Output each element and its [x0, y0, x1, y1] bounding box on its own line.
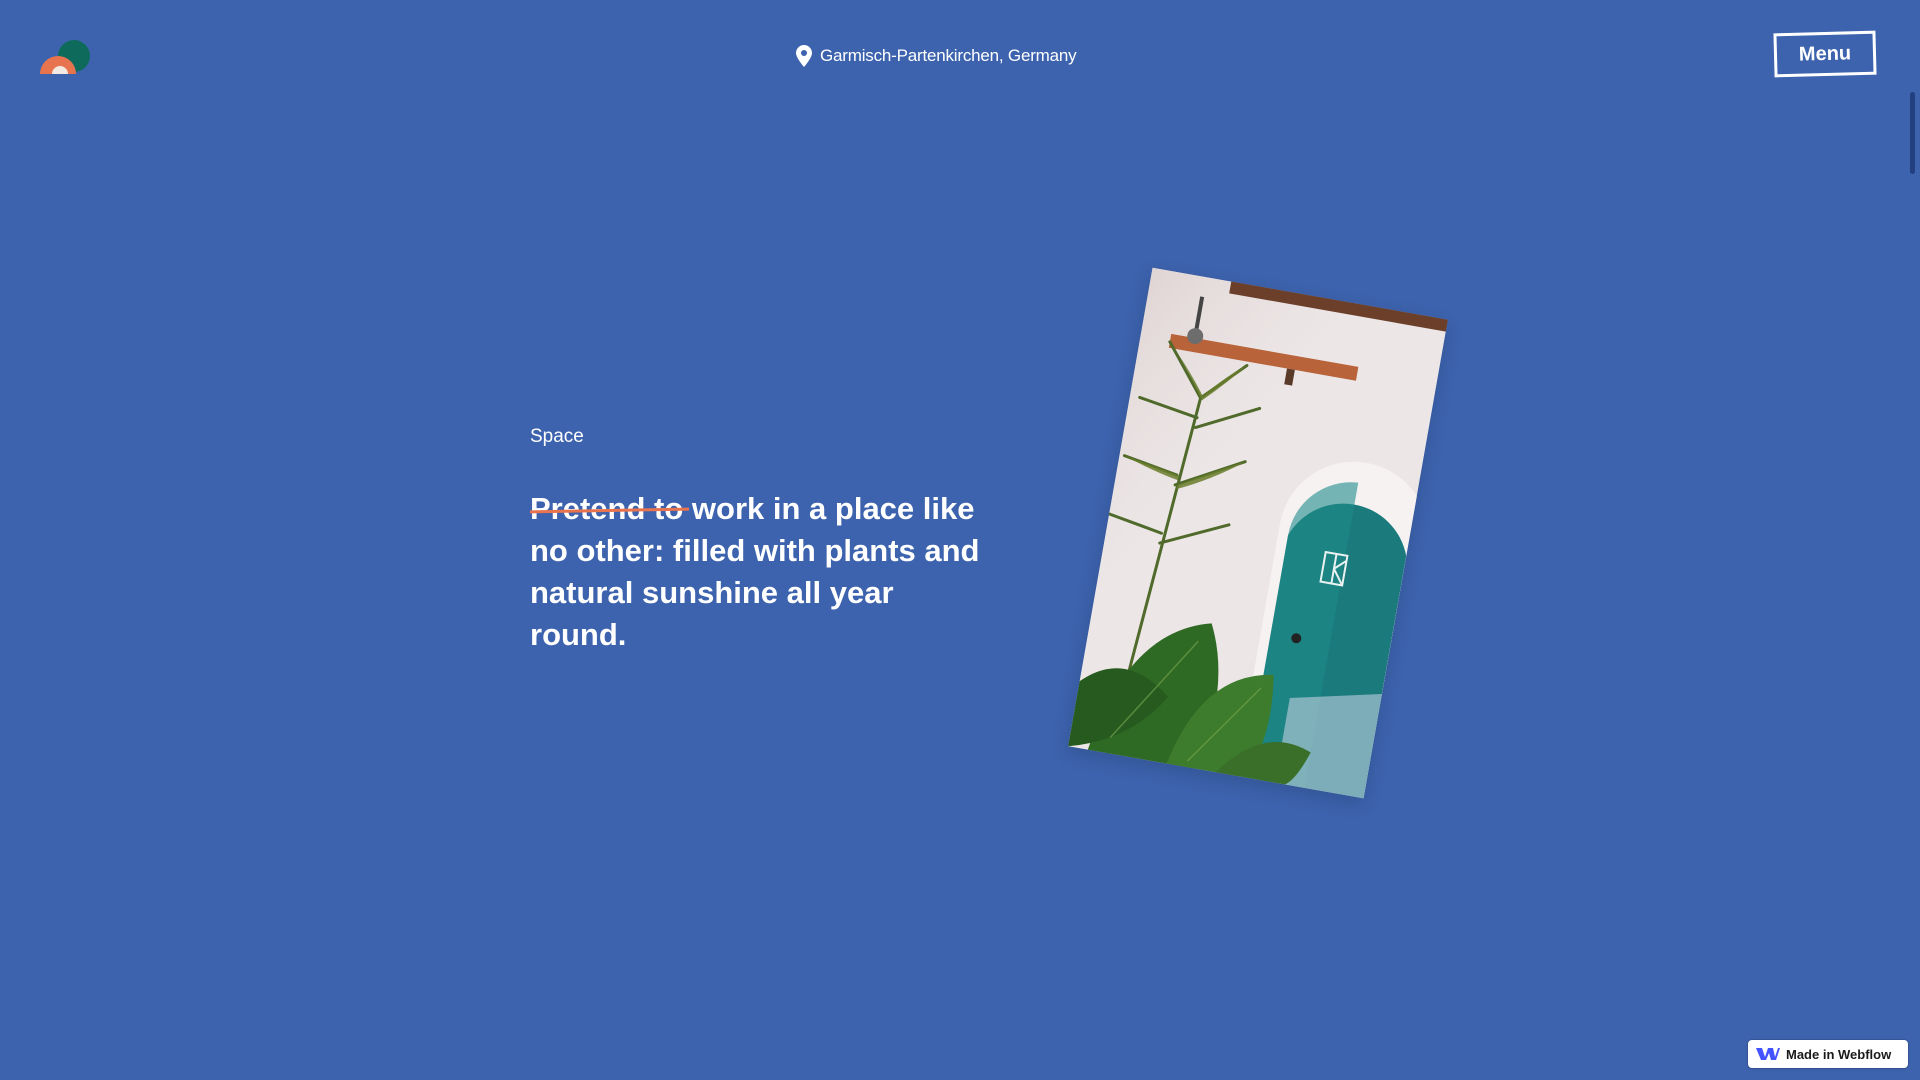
menu-button[interactable]: Menu: [1773, 30, 1877, 78]
scrollbar-thumb[interactable]: [1910, 92, 1915, 174]
section-label: Space: [530, 426, 584, 447]
made-in-webflow-label: Made in Webflow: [1786, 1046, 1892, 1062]
made-in-webflow-badge[interactable]: Made in Webflow: [1748, 1040, 1908, 1068]
headline-struck-text: Pretend to: [530, 491, 684, 526]
brand-logo-icon[interactable]: [38, 38, 92, 74]
headline: Pretend to work in a place like no other…: [530, 488, 990, 656]
map-pin-icon: [796, 45, 812, 67]
location-text: Garmisch-Partenkirchen, Germany: [820, 46, 1077, 65]
webflow-logo-icon: [1756, 1048, 1780, 1060]
space-photo: [1068, 267, 1448, 799]
page: Garmisch-Partenkirchen, Germany Menu Spa…: [0, 0, 1920, 1080]
location: Garmisch-Partenkirchen, Germany: [796, 45, 1077, 67]
